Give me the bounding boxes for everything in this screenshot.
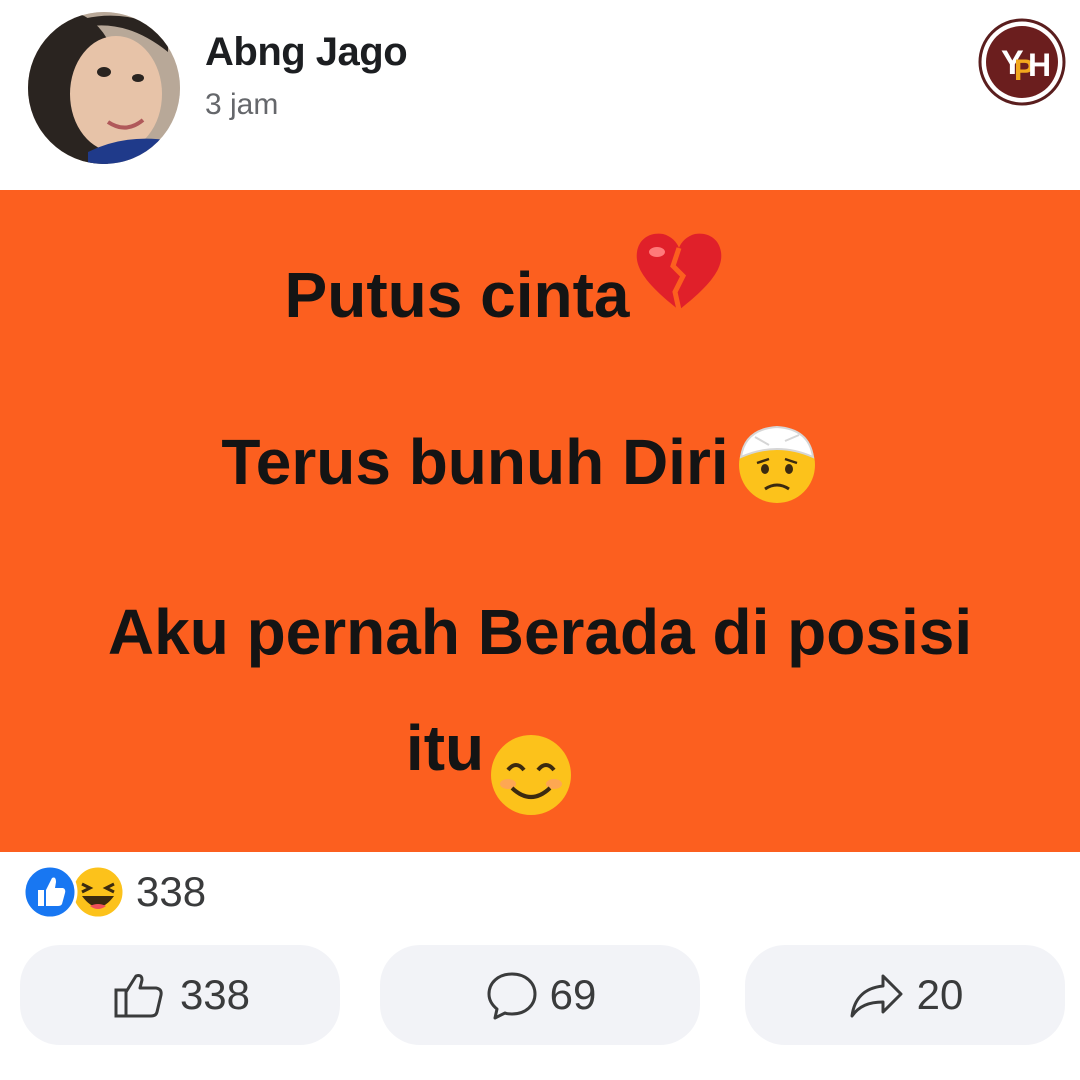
post-line-3-text: Aku pernah Berada di posisi	[107, 596, 973, 668]
post-line-1-text: Putus cinta	[284, 259, 630, 331]
smiling-face-icon	[488, 732, 574, 818]
post-actions: 338 69 20	[0, 945, 1080, 1055]
like-button[interactable]: 338	[20, 945, 340, 1045]
reaction-summary[interactable]: 338	[22, 862, 206, 922]
post-line-1: Putus cinta	[0, 233, 1080, 342]
bandaged-face-icon	[735, 423, 819, 507]
like-reaction-icon	[22, 864, 78, 920]
post-timestamp[interactable]: 3 jam	[205, 88, 278, 122]
author-name[interactable]: Abng Jago	[205, 30, 408, 75]
post-line-2-text: Terus bunuh Diri	[221, 426, 729, 498]
post-line-3: Aku pernah Berada di posisi	[0, 595, 1080, 669]
share-count: 20	[916, 971, 964, 1018]
broken-heart-icon	[633, 230, 725, 314]
reaction-count: 338	[136, 868, 207, 915]
avatar-image	[28, 12, 180, 164]
post-header: Abng Jago 3 jam Y P H	[0, 0, 1080, 190]
post-content: Putus cinta Terus bunuh Diri Aku pernah …	[0, 190, 1080, 852]
share-arrow-icon	[850, 974, 903, 1018]
post-line-4: itu	[0, 710, 1080, 815]
comment-count: 69	[549, 971, 597, 1018]
watermark-logo: Y P H	[978, 18, 1066, 106]
comment-button[interactable]: 69	[380, 945, 700, 1045]
thumbs-up-icon	[114, 974, 163, 1018]
share-button[interactable]: 20	[745, 945, 1065, 1045]
svg-text:H: H	[1028, 47, 1051, 83]
comment-icon	[487, 972, 537, 1020]
avatar[interactable]	[28, 12, 180, 164]
like-count: 338	[179, 971, 251, 1018]
post-line-4-text: itu	[405, 711, 485, 784]
haha-reaction-icon	[70, 864, 126, 920]
post-line-2: Terus bunuh Diri	[0, 425, 1080, 509]
